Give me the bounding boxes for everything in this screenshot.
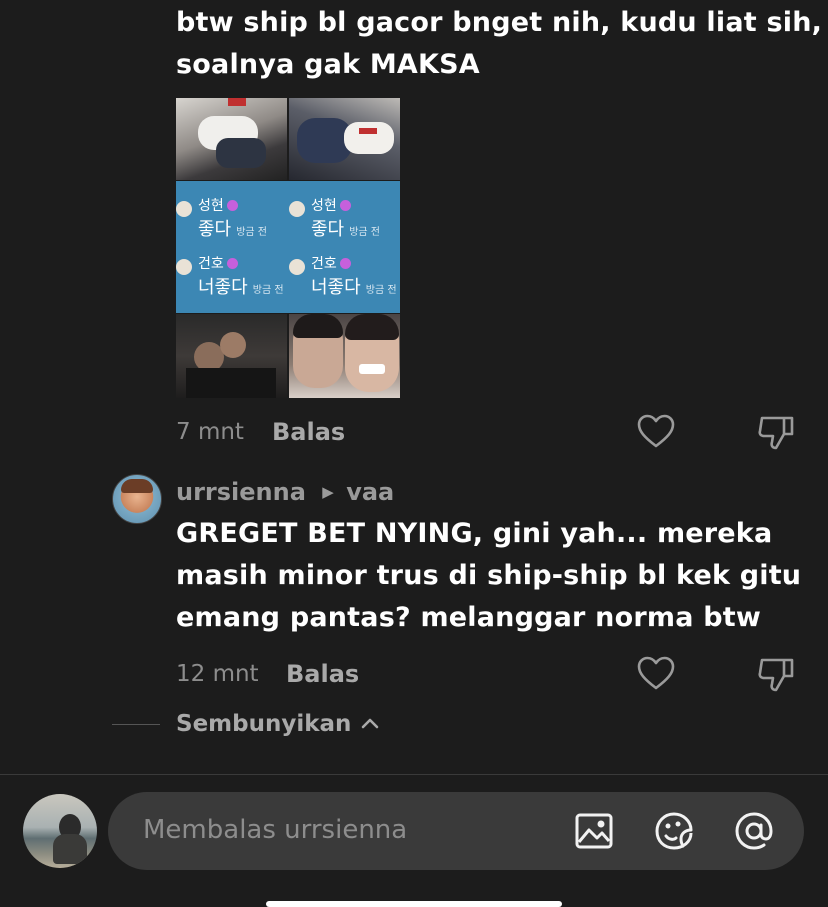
my-avatar[interactable] [23, 794, 97, 868]
verified-icon [226, 200, 238, 211]
chat-avatar-icon [289, 259, 305, 275]
chat-avatar-icon [176, 201, 192, 217]
comment-1-text: btw ship bl gacor bnget nih, kudu liat s… [176, 2, 822, 86]
chat-name: 성현 [198, 198, 224, 214]
mention-icon[interactable] [734, 811, 774, 851]
chat-time: 방금 전 [252, 285, 284, 296]
reply-input[interactable]: Membalas urrsienna [108, 792, 804, 870]
chat-message: 너좋다 [311, 277, 361, 298]
comment-1-reply-button[interactable]: Balas [272, 418, 345, 446]
verified-icon [226, 258, 238, 269]
like-heart-icon[interactable] [636, 654, 676, 694]
chat-avatar-icon [289, 201, 305, 217]
urrsienna-avatar[interactable] [112, 474, 162, 524]
composer-bar: Membalas urrsienna [0, 775, 828, 907]
comment-1-line-2: soalnya gak MAKSA [176, 49, 480, 80]
photo-bottom-right [289, 314, 400, 398]
image-icon[interactable] [574, 811, 614, 851]
chat-name: 건호 [198, 256, 224, 272]
chat-avatar-icon [176, 259, 192, 275]
photo-bottom-left [176, 314, 287, 398]
chevron-up-icon [362, 718, 379, 729]
comment-2-text: GREGET BET NYING, gini yah... mereka mas… [176, 513, 801, 639]
reply-input-placeholder: Membalas urrsienna [143, 815, 408, 845]
comment-2-username[interactable]: urrsienna [176, 478, 306, 506]
chat-name: 건호 [311, 256, 337, 272]
chat-time: 방금 전 [236, 227, 267, 238]
comment-2-timestamp: 12 mnt [176, 661, 259, 687]
comment-1-timestamp: 7 mnt [176, 419, 244, 445]
photo-top-left [176, 98, 287, 180]
comment-2-line-1: GREGET BET NYING, gini yah... mereka [176, 518, 773, 549]
dislike-thumbs-down-icon[interactable] [756, 412, 796, 452]
verified-icon [339, 258, 351, 269]
verified-icon [339, 200, 351, 211]
chat-screenshot: 성현 좋다 방금 전 건호 너좋다 방금 전 성현 좋다 방금 전 건호 너좋다… [176, 181, 400, 313]
comment-2-line-2: masih minor trus di ship-ship bl kek git… [176, 560, 802, 591]
comment-1-image-collage[interactable]: 성현 좋다 방금 전 건호 너좋다 방금 전 성현 좋다 방금 전 건호 너좋다… [176, 98, 400, 398]
sticker-icon[interactable] [654, 811, 694, 851]
chat-time: 방금 전 [365, 285, 397, 296]
home-indicator [266, 901, 562, 907]
chat-name: 성현 [311, 198, 337, 214]
chat-message: 좋다 [311, 219, 345, 240]
like-heart-icon[interactable] [636, 412, 676, 452]
chat-message: 좋다 [198, 219, 232, 240]
comment-2-header: urrsienna ▶ vaa [176, 478, 394, 506]
reply-arrow-icon: ▶ [322, 483, 334, 501]
photo-top-right [289, 98, 400, 180]
comment-2-line-3: emang pantas? melanggar norma btw [176, 602, 761, 633]
comment-1-line-1: btw ship bl gacor bnget nih, kudu liat s… [176, 7, 823, 38]
chat-time: 방금 전 [349, 227, 380, 238]
comment-2-reply-to[interactable]: vaa [346, 478, 394, 506]
hide-replies-button[interactable]: Sembunyikan [176, 711, 379, 737]
dislike-thumbs-down-icon[interactable] [756, 654, 796, 694]
comment-2-reply-button[interactable]: Balas [286, 660, 359, 688]
hide-replies-divider [112, 724, 160, 725]
hide-replies-label: Sembunyikan [176, 711, 352, 737]
chat-message: 너좋다 [198, 277, 248, 298]
